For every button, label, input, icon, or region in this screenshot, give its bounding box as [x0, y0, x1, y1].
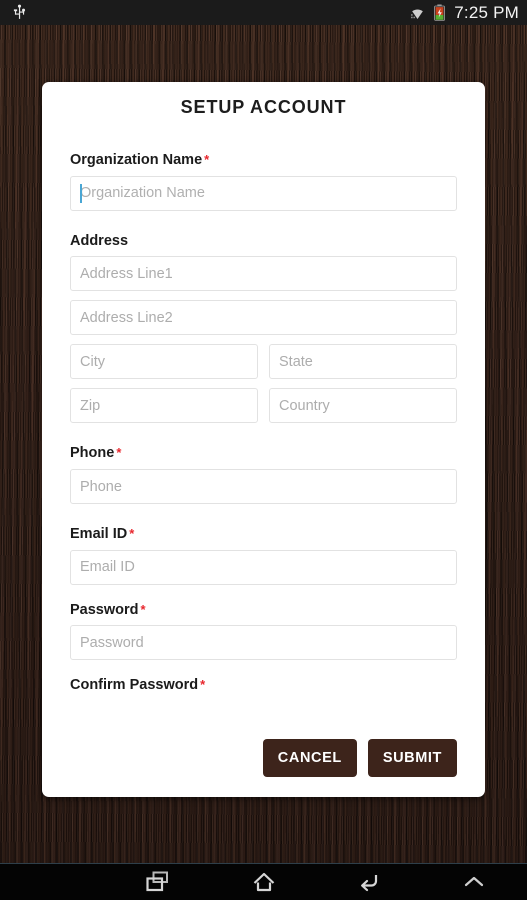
recents-button[interactable]	[105, 864, 210, 900]
expand-notifications-button[interactable]	[422, 864, 527, 900]
required-asterisk: *	[204, 152, 210, 167]
city-input[interactable]	[70, 344, 258, 380]
status-bar-left	[0, 4, 409, 21]
home-icon	[251, 871, 277, 893]
organization-name-input[interactable]	[70, 175, 457, 211]
page-title: SETUP ACCOUNT	[180, 97, 347, 117]
field-group-password: Password *	[70, 585, 457, 661]
back-icon	[356, 871, 382, 893]
back-button[interactable]	[316, 864, 421, 900]
label-address: Address	[70, 233, 457, 257]
password-input[interactable]	[70, 625, 457, 661]
required-asterisk-address	[128, 233, 130, 248]
label-email-id-text: Email ID	[70, 526, 128, 543]
chevron-up-icon	[461, 871, 487, 893]
field-group-email: Email ID *	[70, 504, 457, 585]
label-phone: Phone *	[70, 445, 457, 469]
label-confirm-password-text: Confirm Password	[70, 677, 199, 694]
field-group-phone: Phone *	[70, 423, 457, 505]
country-input[interactable]	[269, 388, 457, 424]
address-line2-input[interactable]	[70, 300, 457, 336]
nav-spacer-left	[0, 864, 105, 900]
state-input[interactable]	[269, 344, 457, 380]
status-bar-clock: 7:25 PM	[454, 3, 519, 22]
text-caret	[80, 183, 82, 203]
label-organization-name-text: Organization Name	[70, 152, 203, 168]
required-asterisk-phone: *	[116, 445, 122, 461]
android-navigation-bar	[0, 863, 527, 900]
field-group-address: Address	[70, 211, 457, 424]
organization-input-wrap	[70, 175, 457, 211]
label-password: Password *	[70, 602, 457, 626]
recents-icon	[145, 871, 171, 893]
city-state-row	[70, 344, 457, 380]
required-asterisk-confirm-password: *	[200, 677, 206, 693]
status-bar: 7:25 PM	[0, 0, 527, 25]
status-bar-right: 7:25 PM	[409, 4, 527, 21]
label-password-text: Password	[70, 601, 139, 618]
required-asterisk-email: *	[129, 526, 135, 542]
battery-icon	[432, 4, 447, 21]
submit-button[interactable]: SUBMIT	[367, 739, 457, 777]
address-line1-input[interactable]	[70, 256, 457, 292]
field-group-organization: Organization Name *	[70, 130, 457, 211]
zip-input[interactable]	[70, 388, 258, 424]
wifi-icon	[409, 5, 426, 20]
setup-account-dialog: SETUP ACCOUNT Organization Name* Address	[42, 82, 485, 797]
dialog-action-bar: CANCEL SUBMIT	[262, 739, 457, 777]
required-asterisk-password: *	[140, 601, 146, 617]
label-confirm-password: Confirm Password *	[70, 677, 457, 701]
cancel-button[interactable]: CANCEL	[262, 739, 357, 777]
field-group-confirm-password: Confirm Password *	[70, 660, 457, 701]
form-scroll-area[interactable]: Organization Name* Address	[42, 130, 485, 794]
zip-country-row	[70, 388, 457, 424]
phone-input[interactable]	[70, 469, 457, 505]
usb-icon	[11, 4, 28, 21]
label-email-id: Email ID *	[70, 526, 457, 550]
home-button[interactable]	[211, 864, 316, 900]
label-address-text: Address	[70, 232, 129, 249]
label-organization-name: Organization Name *	[70, 152, 457, 176]
email-id-input[interactable]	[70, 549, 457, 585]
label-phone-text: Phone	[70, 445, 115, 462]
